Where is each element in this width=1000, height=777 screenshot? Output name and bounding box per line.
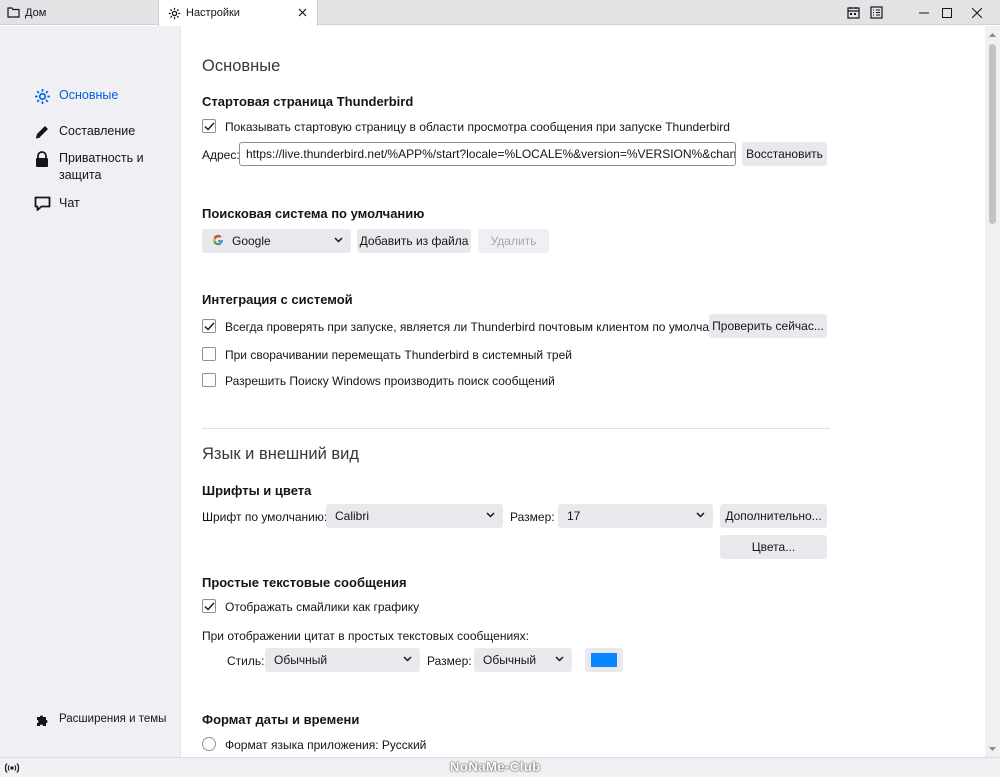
online-status-icon[interactable] (4, 761, 20, 776)
chevron-down-icon (485, 510, 495, 520)
app-locale-radio[interactable] (202, 737, 216, 751)
section-title-appearance: Язык и внешний вид (202, 445, 359, 463)
sidebar-item-label: Составление (59, 124, 136, 138)
add-from-file-button[interactable]: Добавить из файла (357, 229, 471, 253)
gear-icon (33, 87, 51, 105)
sidebar-item-chat[interactable]: Чат (33, 195, 80, 213)
chat-icon (33, 195, 51, 213)
folder-icon (6, 6, 20, 20)
calendar-icon[interactable] (846, 5, 861, 20)
default-font-label: Шрифт по умолчанию: (202, 510, 328, 524)
title-bar: Дом Настройки (0, 0, 1000, 26)
tab-home[interactable]: Дом (0, 0, 158, 25)
quote-color-swatch (591, 653, 617, 667)
system-integration-heading: Интеграция с системой (202, 292, 353, 307)
watermark-text: NoNaMe-Club (450, 759, 541, 774)
close-tab-icon[interactable] (295, 5, 309, 19)
quote-size-select[interactable]: Обычный (474, 648, 572, 672)
minimize-to-tray-label: При сворачивании перемещать Thunderbird … (225, 348, 572, 362)
lock-icon (33, 150, 51, 168)
tab-settings-label: Настройки (186, 7, 240, 19)
restore-default-button[interactable]: Восстановить (742, 142, 827, 166)
default-font-select[interactable]: Calibri (326, 504, 503, 528)
sidebar-extensions-label: Расширения и темы (59, 713, 167, 725)
colors-button[interactable]: Цвета... (720, 535, 827, 559)
quote-color-picker[interactable] (585, 648, 623, 672)
quote-style-select[interactable]: Обычный (265, 648, 420, 672)
chevron-down-icon (402, 654, 412, 664)
sidebar-item-privacy[interactable]: Приватность и защита (33, 150, 154, 184)
default-client-checkbox[interactable] (202, 319, 216, 333)
scroll-thumb[interactable] (989, 44, 996, 224)
chevron-down-icon (333, 235, 343, 245)
close-window-button[interactable] (954, 0, 1000, 25)
search-engine-heading: Поисковая система по умолчанию (202, 206, 425, 221)
font-size-select[interactable]: 17 (558, 504, 713, 528)
search-engine-value: Google (232, 234, 271, 248)
tab-home-label: Дом (25, 6, 47, 19)
chevron-down-icon (695, 510, 705, 520)
quote-size-value: Обычный (483, 653, 537, 667)
windows-search-checkbox[interactable] (202, 373, 216, 387)
sidebar-item-label: Приватность и защита (59, 151, 144, 182)
scroll-up-icon[interactable] (985, 27, 1000, 42)
quote-size-label: Размер: (427, 654, 472, 668)
advanced-fonts-button[interactable]: Дополнительно... (720, 504, 827, 528)
minimize-to-tray-checkbox[interactable] (202, 347, 216, 361)
section-title-general: Основные (202, 57, 281, 75)
checkmark-icon (204, 122, 215, 131)
emoticons-label: Отображать смайлики как графику (225, 600, 420, 614)
scroll-down-icon[interactable] (985, 741, 1000, 756)
plain-text-heading: Простые текстовые сообщения (202, 575, 407, 590)
default-font-value: Calibri (335, 509, 370, 523)
show-start-page-checkbox[interactable] (202, 119, 216, 133)
start-page-heading: Стартовая страница Thunderbird (202, 94, 414, 109)
default-client-label: Всегда проверять при запуске, является л… (225, 320, 732, 334)
status-bar: NoNaMe-Club (0, 757, 1000, 777)
font-size-value: 17 (567, 509, 581, 523)
settings-sidebar: Основные Составление Приватность и защит… (0, 26, 181, 757)
tab-settings[interactable]: Настройки (158, 0, 318, 26)
remove-search-engine-button[interactable]: Удалить (478, 229, 549, 253)
puzzle-icon (33, 711, 51, 729)
google-logo-icon (212, 234, 224, 249)
pencil-icon (33, 123, 51, 141)
sidebar-item-label: Чат (59, 196, 80, 210)
sidebar-extensions-themes[interactable]: Расширения и темы (33, 711, 166, 729)
font-size-label: Размер: (510, 510, 555, 524)
chevron-down-icon (554, 654, 564, 664)
sidebar-item-label: Основные (59, 88, 119, 102)
sidebar-item-general[interactable]: Основные (33, 87, 118, 105)
windows-search-label: Разрешить Поиску Windows производить пои… (225, 374, 555, 388)
checkmark-icon (204, 322, 215, 331)
address-label: Адрес: (202, 148, 240, 162)
quote-style-label: Стиль: (227, 654, 265, 668)
fonts-colors-heading: Шрифты и цвета (202, 483, 312, 498)
search-engine-select[interactable]: Google (202, 229, 351, 253)
date-time-heading: Формат даты и времени (202, 712, 360, 727)
sidebar-item-composition[interactable]: Составление (33, 123, 135, 141)
section-divider (202, 428, 830, 429)
check-now-button[interactable]: Проверить сейчас... (709, 314, 827, 338)
tasks-icon[interactable] (869, 5, 884, 20)
quote-style-value: Обычный (274, 653, 328, 667)
gear-icon (167, 6, 181, 20)
vertical-scrollbar[interactable] (985, 26, 1000, 757)
emoticons-checkbox[interactable] (202, 599, 216, 613)
start-page-address-input[interactable]: https://live.thunderbird.net/%APP%/start… (239, 142, 736, 166)
app-locale-label: Формат языка приложения: Русский (225, 738, 427, 752)
checkmark-icon (204, 602, 215, 611)
show-start-page-label: Показывать стартовую страницу в области … (225, 120, 730, 134)
quotes-label: При отображении цитат в простых текстовы… (202, 629, 529, 643)
